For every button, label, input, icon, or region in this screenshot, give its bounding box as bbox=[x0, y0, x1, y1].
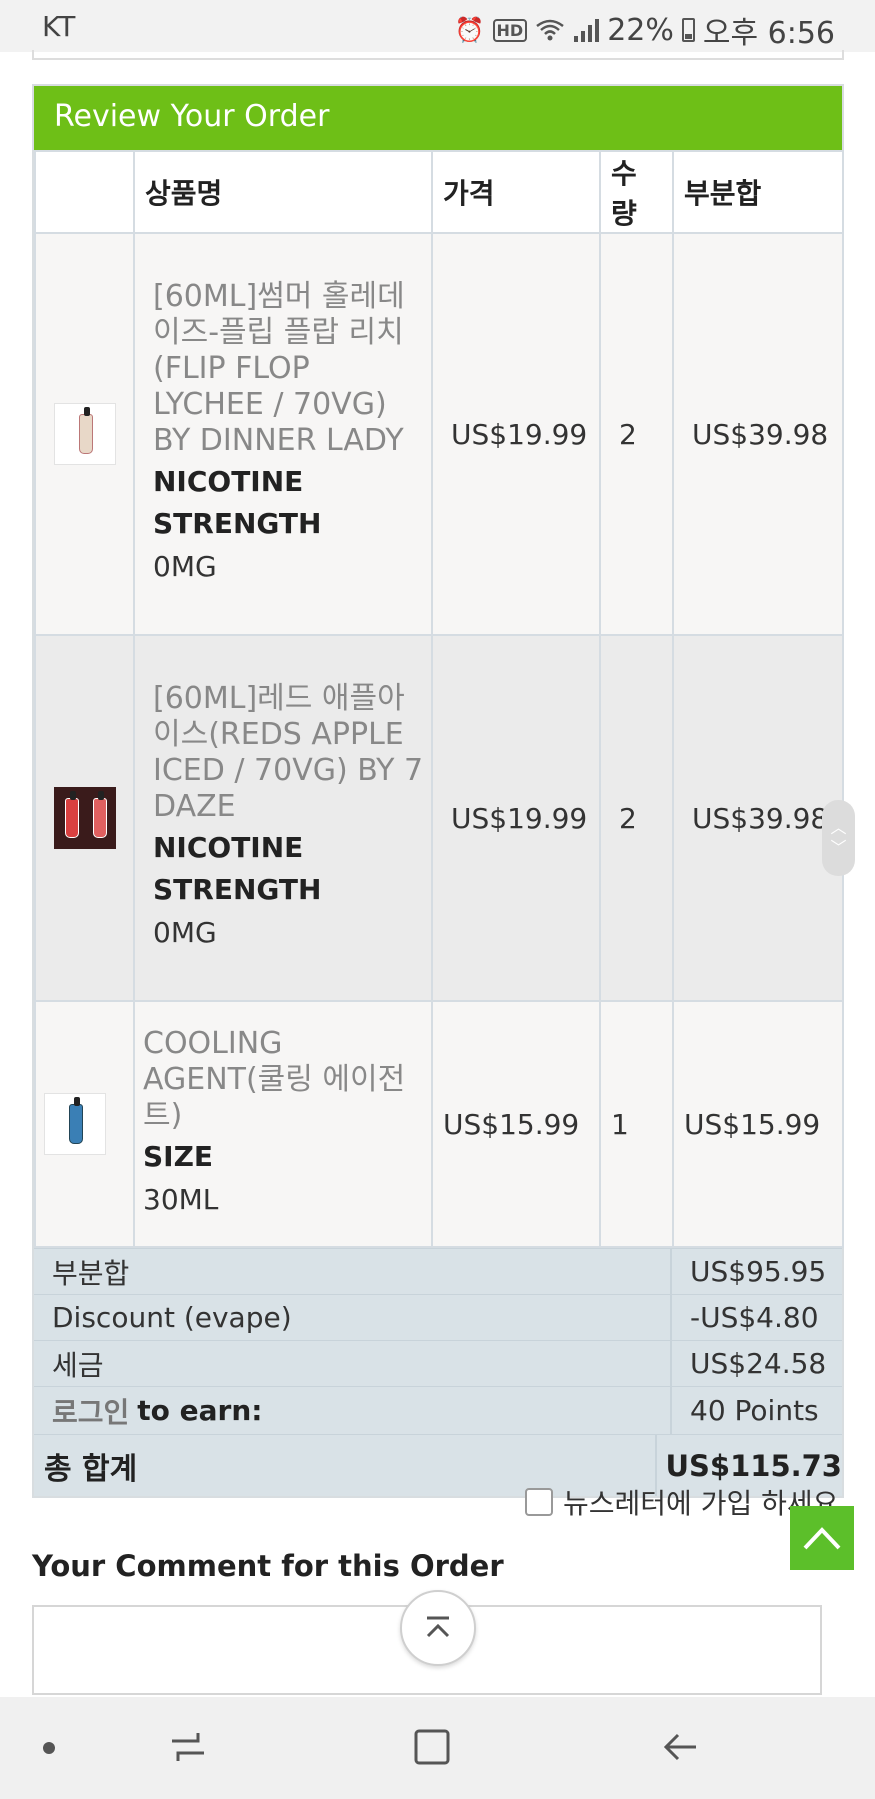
header-price: 가격 bbox=[431, 150, 601, 234]
product-image-cell bbox=[34, 634, 135, 1002]
product-thumbnail[interactable] bbox=[54, 403, 116, 465]
chevron-down-icon: ﹀ bbox=[830, 838, 847, 857]
subtotal-label: 부분합 bbox=[52, 1256, 130, 1290]
subtotal-cell: US$39.98 bbox=[672, 232, 844, 636]
battery-icon bbox=[681, 18, 695, 42]
earn-label: to earn: bbox=[137, 1394, 263, 1427]
clock: 오후 6:56 bbox=[702, 16, 835, 51]
fast-scroll-handle[interactable]: ︿ ﹀ bbox=[822, 800, 855, 876]
points-value: 40 Points bbox=[670, 1387, 842, 1434]
discount-label: Discount (evape) bbox=[52, 1301, 292, 1334]
bottle-icon bbox=[69, 1097, 83, 1144]
qty-cell: 2 bbox=[599, 232, 674, 636]
recent-apps-icon[interactable] bbox=[168, 1727, 208, 1767]
newsletter-checkbox[interactable] bbox=[525, 1488, 553, 1516]
product-image-cell bbox=[34, 1000, 135, 1248]
points-row: 로그인 to earn: 40 Points bbox=[34, 1386, 842, 1434]
discount-value: -US$4.80 bbox=[670, 1295, 842, 1340]
bottle-icon bbox=[65, 791, 79, 838]
product-name-link[interactable]: [60ML]레드 애플아이스(REDS APPLE ICED / 70VG) B… bbox=[153, 681, 425, 825]
bottle-icon bbox=[79, 407, 93, 454]
header-image bbox=[34, 150, 135, 234]
bottle-icon bbox=[93, 791, 107, 838]
hd-icon: HD bbox=[492, 18, 528, 42]
discount-row: Discount (evape) -US$4.80 bbox=[34, 1294, 842, 1340]
carrier-name: KT bbox=[42, 10, 76, 43]
comment-heading: Your Comment for this Order bbox=[32, 1549, 504, 1583]
battery-percent: 22% bbox=[607, 12, 674, 48]
scroll-top-icon bbox=[426, 1616, 450, 1638]
chevron-up-icon: ︿ bbox=[830, 818, 847, 837]
tax-row: 세금 US$24.58 bbox=[34, 1340, 842, 1386]
attribute-value: 0MG bbox=[153, 916, 217, 949]
subtotal-value: US$95.95 bbox=[670, 1249, 842, 1294]
back-icon[interactable] bbox=[660, 1727, 700, 1767]
subtotal-cell: US$15.99 bbox=[672, 1000, 844, 1248]
price-cell: US$19.99 bbox=[431, 232, 601, 636]
product-name-link[interactable]: [60ML]썸머 홀레데이즈-플립 플랍 리치(FLIP FLOP LYCHEE… bbox=[153, 279, 425, 459]
status-icons: ⏰ HD 22% 오후 6:56 bbox=[455, 8, 835, 52]
order-table: 상품명 가격 수량 부분합 [60ML]썸머 홀레데이즈-플립 플랍 리치(FL… bbox=[34, 150, 844, 1248]
alarm-icon: ⏰ bbox=[454, 16, 485, 44]
signal-icon bbox=[574, 19, 600, 42]
price-cell: US$19.99 bbox=[431, 634, 601, 1002]
subtotal-row: 부분합 US$95.95 bbox=[34, 1248, 842, 1294]
header-qty: 수량 bbox=[599, 150, 674, 234]
product-name-link[interactable]: COOLING AGENT(쿨링 에이전트) bbox=[143, 1026, 425, 1134]
attribute-label: NICOTINE STRENGTH bbox=[153, 831, 322, 906]
table-header-row: 상품명 가격 수량 부분합 bbox=[34, 150, 844, 234]
wifi-icon bbox=[536, 19, 564, 41]
product-name-cell: [60ML]썸머 홀레데이즈-플립 플랍 리치(FLIP FLOP LYCHEE… bbox=[133, 232, 433, 636]
product-name-cell: [60ML]레드 애플아이스(REDS APPLE ICED / 70VG) B… bbox=[133, 634, 433, 1002]
product-image-cell bbox=[34, 232, 135, 636]
login-link[interactable]: 로그인 bbox=[52, 1391, 129, 1431]
table-row: [60ML]썸머 홀레데이즈-플립 플랍 리치(FLIP FLOP LYCHEE… bbox=[34, 232, 844, 636]
navigation-bar bbox=[0, 1697, 875, 1799]
table-row: [60ML]레드 애플아이스(REDS APPLE ICED / 70VG) B… bbox=[34, 634, 844, 1002]
product-name-cell: COOLING AGENT(쿨링 에이전트) SIZE 30ML bbox=[133, 1000, 433, 1248]
product-thumbnail[interactable] bbox=[54, 787, 116, 849]
tax-value: US$24.58 bbox=[670, 1341, 842, 1386]
product-thumbnail[interactable] bbox=[44, 1093, 106, 1155]
attribute-value: 0MG bbox=[153, 550, 217, 583]
table-row: COOLING AGENT(쿨링 에이전트) SIZE 30ML US$15.9… bbox=[34, 1000, 844, 1248]
previous-section-border bbox=[32, 50, 844, 60]
order-totals: 부분합 US$95.95 Discount (evape) -US$4.80 세… bbox=[34, 1248, 842, 1496]
header-subtotal: 부분합 bbox=[672, 150, 844, 234]
subtotal-cell: US$39.98 bbox=[672, 634, 844, 1002]
attribute-label: SIZE bbox=[143, 1140, 214, 1173]
qty-cell: 2 bbox=[599, 634, 674, 1002]
attribute-value: 30ML bbox=[143, 1183, 219, 1216]
tax-label: 세금 bbox=[52, 1348, 104, 1382]
scroll-to-top-button[interactable] bbox=[400, 1590, 476, 1666]
back-to-top-button[interactable] bbox=[790, 1506, 854, 1570]
header-product-name: 상품명 bbox=[133, 150, 433, 234]
price-cell: US$15.99 bbox=[431, 1000, 601, 1248]
attribute-label: NICOTINE STRENGTH bbox=[153, 465, 322, 540]
home-icon[interactable] bbox=[412, 1727, 452, 1767]
chevron-up-icon bbox=[803, 1527, 841, 1550]
dot-icon[interactable] bbox=[42, 1741, 56, 1755]
panel-title: Review Your Order bbox=[34, 86, 842, 150]
qty-cell: 1 bbox=[599, 1000, 674, 1248]
points-label: 로그인 to earn: bbox=[34, 1387, 670, 1434]
status-bar: KT ⏰ HD 22% 오후 6:56 bbox=[0, 0, 875, 52]
review-order-panel: Review Your Order 상품명 가격 수량 부분합 [60ML]썸머… bbox=[32, 84, 844, 1498]
